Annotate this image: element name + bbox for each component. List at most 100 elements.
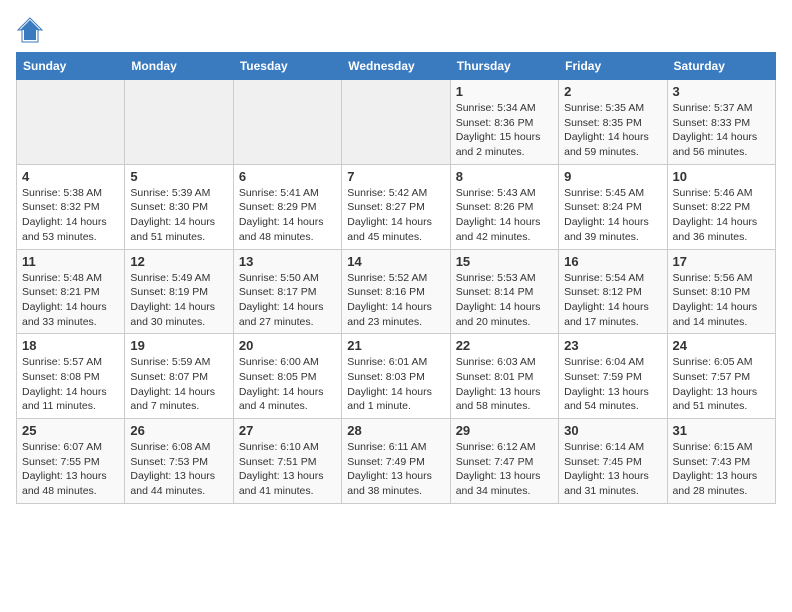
calendar-cell: 27 Sunrise: 6:10 AM Sunset: 7:51 PM Dayli…	[233, 419, 341, 504]
day-info: Sunrise: 6:12 AM Sunset: 7:47 PM Dayligh…	[456, 440, 553, 499]
day-info: Sunrise: 5:45 AM Sunset: 8:24 PM Dayligh…	[564, 186, 661, 245]
calendar-cell	[233, 80, 341, 165]
day-number: 13	[239, 254, 336, 269]
day-info: Sunrise: 5:35 AM Sunset: 8:35 PM Dayligh…	[564, 101, 661, 160]
calendar-cell: 25Sunrise: 6:07 AM Sunset: 7:55 PM Dayli…	[17, 419, 125, 504]
day-number: 14	[347, 254, 444, 269]
day-info: Sunrise: 5:38 AM Sunset: 8:32 PM Dayligh…	[22, 186, 119, 245]
calendar-cell: 21Sunrise: 6:01 AM Sunset: 8:03 PM Dayli…	[342, 334, 450, 419]
day-info: Sunrise: 5:46 AM Sunset: 8:22 PM Dayligh…	[673, 186, 770, 245]
calendar-cell: 23Sunrise: 6:04 AM Sunset: 7:59 PM Dayli…	[559, 334, 667, 419]
day-number: 25	[22, 423, 119, 438]
calendar-cell: 14 Sunrise: 5:52 AM Sunset: 8:16 PM Dayli…	[342, 249, 450, 334]
calendar-cell	[17, 80, 125, 165]
calendar-cell: 20 Sunrise: 6:00 AM Sunset: 8:05 PM Dayli…	[233, 334, 341, 419]
calendar-cell: 22Sunrise: 6:03 AM Sunset: 8:01 PM Dayli…	[450, 334, 558, 419]
day-number: 30	[564, 423, 661, 438]
calendar-cell: 24 Sunrise: 6:05 AM Sunset: 7:57 PM Dayli…	[667, 334, 775, 419]
calendar-cell: 18 Sunrise: 5:57 AM Sunset: 8:08 PM Dayli…	[17, 334, 125, 419]
calendar-cell: 12 Sunrise: 5:49 AM Sunset: 8:19 PM Dayli…	[125, 249, 233, 334]
day-number: 27	[239, 423, 336, 438]
calendar-cell	[125, 80, 233, 165]
day-number: 24	[673, 338, 770, 353]
calendar-cell: 2 Sunrise: 5:35 AM Sunset: 8:35 PM Daylig…	[559, 80, 667, 165]
weekday-header-wednesday: Wednesday	[342, 53, 450, 80]
calendar-cell: 8 Sunrise: 5:43 AM Sunset: 8:26 PM Daylig…	[450, 164, 558, 249]
logo-icon	[16, 16, 44, 44]
day-info: Sunrise: 5:34 AM Sunset: 8:36 PM Dayligh…	[456, 101, 553, 160]
day-number: 12	[130, 254, 227, 269]
day-info: Sunrise: 5:41 AM Sunset: 8:29 PM Dayligh…	[239, 186, 336, 245]
day-info: Sunrise: 5:54 AM Sunset: 8:12 PM Dayligh…	[564, 271, 661, 330]
day-number: 11	[22, 254, 119, 269]
day-number: 18	[22, 338, 119, 353]
day-info: Sunrise: 5:59 AM Sunset: 8:07 PM Dayligh…	[130, 355, 227, 414]
day-number: 29	[456, 423, 553, 438]
day-info: Sunrise: 5:53 AM Sunset: 8:14 PM Dayligh…	[456, 271, 553, 330]
calendar-header: SundayMondayTuesdayWednesdayThursdayFrid…	[17, 53, 776, 80]
day-info: Sunrise: 5:57 AM Sunset: 8:08 PM Dayligh…	[22, 355, 119, 414]
calendar-cell: 6 Sunrise: 5:41 AM Sunset: 8:29 PM Daylig…	[233, 164, 341, 249]
calendar-cell: 19Sunrise: 5:59 AM Sunset: 8:07 PM Dayli…	[125, 334, 233, 419]
day-info: Sunrise: 6:05 AM Sunset: 7:57 PM Dayligh…	[673, 355, 770, 414]
calendar-cell: 26 Sunrise: 6:08 AM Sunset: 7:53 PM Dayli…	[125, 419, 233, 504]
day-info: Sunrise: 5:42 AM Sunset: 8:27 PM Dayligh…	[347, 186, 444, 245]
calendar-week-row: 25Sunrise: 6:07 AM Sunset: 7:55 PM Dayli…	[17, 419, 776, 504]
calendar-cell: 28 Sunrise: 6:11 AM Sunset: 7:49 PM Dayli…	[342, 419, 450, 504]
calendar-cell: 29 Sunrise: 6:12 AM Sunset: 7:47 PM Dayli…	[450, 419, 558, 504]
day-number: 9	[564, 169, 661, 184]
day-number: 5	[130, 169, 227, 184]
calendar-cell: 30Sunrise: 6:14 AM Sunset: 7:45 PM Dayli…	[559, 419, 667, 504]
day-info: Sunrise: 5:50 AM Sunset: 8:17 PM Dayligh…	[239, 271, 336, 330]
day-number: 8	[456, 169, 553, 184]
weekday-header-saturday: Saturday	[667, 53, 775, 80]
weekday-header-row: SundayMondayTuesdayWednesdayThursdayFrid…	[17, 53, 776, 80]
weekday-header-sunday: Sunday	[17, 53, 125, 80]
calendar-cell: 10 Sunrise: 5:46 AM Sunset: 8:22 PM Dayli…	[667, 164, 775, 249]
day-info: Sunrise: 5:37 AM Sunset: 8:33 PM Dayligh…	[673, 101, 770, 160]
calendar-cell: 31 Sunrise: 6:15 AM Sunset: 7:43 PM Dayli…	[667, 419, 775, 504]
calendar-cell: 17Sunrise: 5:56 AM Sunset: 8:10 PM Dayli…	[667, 249, 775, 334]
day-number: 2	[564, 84, 661, 99]
calendar-week-row: 11 Sunrise: 5:48 AM Sunset: 8:21 PM Dayli…	[17, 249, 776, 334]
day-info: Sunrise: 6:11 AM Sunset: 7:49 PM Dayligh…	[347, 440, 444, 499]
day-number: 31	[673, 423, 770, 438]
day-info: Sunrise: 6:15 AM Sunset: 7:43 PM Dayligh…	[673, 440, 770, 499]
calendar-week-row: 1Sunrise: 5:34 AM Sunset: 8:36 PM Daylig…	[17, 80, 776, 165]
day-number: 28	[347, 423, 444, 438]
calendar-cell: 9 Sunrise: 5:45 AM Sunset: 8:24 PM Daylig…	[559, 164, 667, 249]
calendar-cell: 3 Sunrise: 5:37 AM Sunset: 8:33 PM Daylig…	[667, 80, 775, 165]
calendar-cell: 7 Sunrise: 5:42 AM Sunset: 8:27 PM Daylig…	[342, 164, 450, 249]
calendar-cell: 4 Sunrise: 5:38 AM Sunset: 8:32 PM Daylig…	[17, 164, 125, 249]
day-number: 7	[347, 169, 444, 184]
page-header	[16, 16, 776, 44]
day-info: Sunrise: 5:52 AM Sunset: 8:16 PM Dayligh…	[347, 271, 444, 330]
day-number: 6	[239, 169, 336, 184]
day-info: Sunrise: 6:08 AM Sunset: 7:53 PM Dayligh…	[130, 440, 227, 499]
calendar-week-row: 4 Sunrise: 5:38 AM Sunset: 8:32 PM Daylig…	[17, 164, 776, 249]
day-info: Sunrise: 5:39 AM Sunset: 8:30 PM Dayligh…	[130, 186, 227, 245]
day-number: 4	[22, 169, 119, 184]
calendar-cell: 16 Sunrise: 5:54 AM Sunset: 8:12 PM Dayli…	[559, 249, 667, 334]
day-number: 3	[673, 84, 770, 99]
day-number: 10	[673, 169, 770, 184]
day-info: Sunrise: 5:49 AM Sunset: 8:19 PM Dayligh…	[130, 271, 227, 330]
day-info: Sunrise: 5:48 AM Sunset: 8:21 PM Dayligh…	[22, 271, 119, 330]
day-number: 20	[239, 338, 336, 353]
calendar-cell: 1Sunrise: 5:34 AM Sunset: 8:36 PM Daylig…	[450, 80, 558, 165]
day-info: Sunrise: 6:00 AM Sunset: 8:05 PM Dayligh…	[239, 355, 336, 414]
day-info: Sunrise: 6:10 AM Sunset: 7:51 PM Dayligh…	[239, 440, 336, 499]
day-info: Sunrise: 5:43 AM Sunset: 8:26 PM Dayligh…	[456, 186, 553, 245]
weekday-header-friday: Friday	[559, 53, 667, 80]
calendar-cell	[342, 80, 450, 165]
weekday-header-thursday: Thursday	[450, 53, 558, 80]
day-number: 16	[564, 254, 661, 269]
day-number: 15	[456, 254, 553, 269]
calendar-body: 1Sunrise: 5:34 AM Sunset: 8:36 PM Daylig…	[17, 80, 776, 504]
logo	[16, 16, 46, 44]
day-number: 22	[456, 338, 553, 353]
calendar-cell: 15 Sunrise: 5:53 AM Sunset: 8:14 PM Dayli…	[450, 249, 558, 334]
day-info: Sunrise: 5:56 AM Sunset: 8:10 PM Dayligh…	[673, 271, 770, 330]
calendar-table: SundayMondayTuesdayWednesdayThursdayFrid…	[16, 52, 776, 504]
day-number: 26	[130, 423, 227, 438]
